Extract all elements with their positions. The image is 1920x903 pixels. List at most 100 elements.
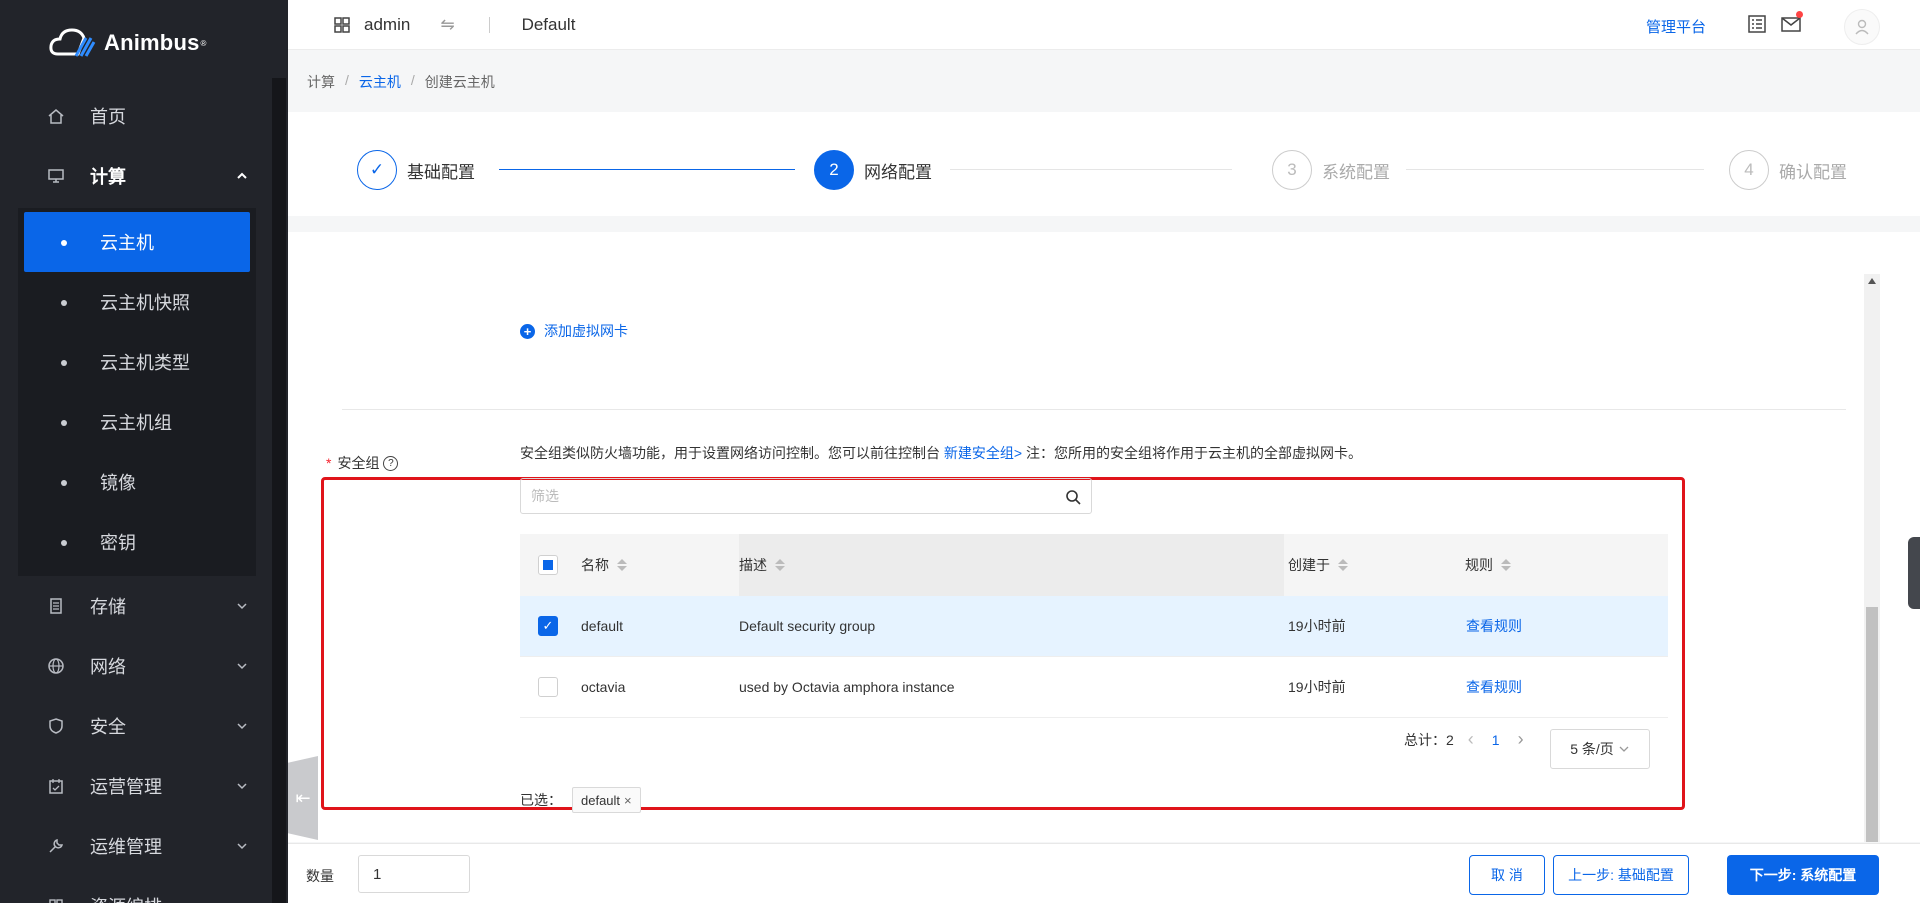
sidebar-item-home[interactable]: 首页 bbox=[0, 86, 270, 146]
sidebar-item-label: 计算 bbox=[90, 167, 126, 187]
column-header-name[interactable]: 名称 bbox=[581, 555, 627, 575]
cell-description: used by Octavia amphora instance bbox=[739, 679, 955, 695]
admin-platform-link[interactable]: 管理平台 bbox=[1646, 16, 1706, 37]
sidebar-item-security[interactable]: 安全 bbox=[0, 696, 270, 756]
sort-icon[interactable] bbox=[775, 559, 785, 571]
step-label: 网络配置 bbox=[864, 162, 932, 182]
user-avatar-icon[interactable] bbox=[1844, 9, 1880, 45]
storage-icon bbox=[46, 596, 66, 616]
sidebar-item-label: 云主机 bbox=[100, 233, 154, 253]
sidebar-item-label: 安全 bbox=[90, 717, 126, 737]
sidebar-item-server-groups[interactable]: 云主机组 bbox=[24, 392, 250, 452]
sidebar-item-maintenance[interactable]: 运维管理 bbox=[0, 816, 270, 876]
sort-icon[interactable] bbox=[1501, 559, 1511, 571]
add-nic-button[interactable]: + 添加虚拟网卡 bbox=[520, 321, 628, 341]
quantity-input[interactable]: 1 bbox=[358, 855, 470, 893]
prev-step-button[interactable]: 上一步: 基础配置 bbox=[1553, 855, 1689, 895]
scroll-thumb[interactable] bbox=[1866, 607, 1878, 842]
sidebar-item-flavors[interactable]: 云主机类型 bbox=[24, 332, 250, 392]
breadcrumb-compute[interactable]: 计算 bbox=[307, 72, 335, 92]
sidebar-item-compute[interactable]: 计算 bbox=[0, 146, 270, 206]
breadcrumb-instances[interactable]: 云主机 bbox=[359, 72, 401, 92]
cell-created: 19小时前 bbox=[1288, 618, 1346, 634]
column-header-rules[interactable]: 规则 bbox=[1465, 555, 1511, 575]
close-icon[interactable]: × bbox=[624, 793, 632, 808]
sidebar-item-keypairs[interactable]: 密钥 bbox=[24, 512, 250, 572]
cell-created: 19小时前 bbox=[1288, 679, 1346, 695]
sidebar-item-label: 运营管理 bbox=[90, 777, 162, 797]
prev-page-icon[interactable]: ‹ bbox=[1468, 729, 1474, 750]
sidebar-item-network[interactable]: 网络 bbox=[0, 636, 270, 696]
step-connector bbox=[950, 169, 1232, 170]
sidebar-item-snapshots[interactable]: 云主机快照 bbox=[24, 272, 250, 332]
sidebar-item-label: 云主机类型 bbox=[100, 353, 190, 373]
security-group-label: * 安全组 ? bbox=[326, 453, 399, 473]
section-divider bbox=[342, 409, 1846, 410]
page-number[interactable]: 1 bbox=[1492, 732, 1500, 748]
search-icon[interactable] bbox=[1065, 489, 1081, 505]
wizard-footer: 数量 1 取 消 上一步: 基础配置 下一步: 系统配置 bbox=[288, 843, 1920, 903]
sidebar-item-instances[interactable]: 云主机 bbox=[24, 212, 250, 272]
panel-scrollbar[interactable] bbox=[1864, 274, 1880, 842]
current-project[interactable]: Default bbox=[522, 15, 576, 35]
trademark: ® bbox=[200, 38, 207, 48]
page-size-select[interactable]: 5 条/页 bbox=[1550, 729, 1650, 769]
step-label: 确认配置 bbox=[1779, 162, 1847, 182]
view-rules-link[interactable]: 查看规则 bbox=[1466, 677, 1522, 697]
table-row[interactable]: ✓ default Default security group 19小时前 查… bbox=[520, 596, 1668, 657]
side-widget-handle[interactable] bbox=[1908, 537, 1920, 609]
table-header: 名称 描述 创建于 规则 bbox=[520, 534, 1668, 596]
select-all-checkbox[interactable] bbox=[538, 555, 558, 575]
total-label: 总计： bbox=[1404, 731, 1446, 748]
monitor-icon bbox=[46, 166, 66, 186]
sidebar-item-operations[interactable]: 运营管理 bbox=[0, 756, 270, 816]
row-checkbox[interactable] bbox=[538, 677, 558, 697]
next-page-icon[interactable]: › bbox=[1518, 729, 1524, 750]
view-rules-link[interactable]: 查看规则 bbox=[1466, 616, 1522, 636]
step-label: 系统配置 bbox=[1322, 162, 1390, 182]
table-row[interactable]: octavia used by Octavia amphora instance… bbox=[520, 657, 1668, 718]
sidebar-nav: 首页 计算 云主机 云主机快照 云主机类型 云主机组 镜像 密钥 存储 网络 安… bbox=[0, 86, 270, 903]
sidebar-scrollbar[interactable] bbox=[272, 78, 286, 903]
app-logo[interactable]: Animbus ® bbox=[0, 0, 288, 86]
column-label: 名称 bbox=[581, 557, 609, 573]
plus-circle-icon: + bbox=[520, 323, 535, 339]
new-security-group-link[interactable]: 新建安全组> bbox=[944, 445, 1022, 461]
sidebar-item-storage[interactable]: 存储 bbox=[0, 576, 270, 636]
breadcrumb: 计算 / 云主机 / 创建云主机 bbox=[307, 72, 495, 92]
filter-input[interactable]: 筛选 bbox=[520, 478, 1092, 514]
cancel-button[interactable]: 取 消 bbox=[1469, 855, 1545, 895]
column-header-created[interactable]: 创建于 bbox=[1288, 555, 1348, 575]
step-basic-config: ✓ 基础配置 bbox=[357, 150, 475, 190]
sort-icon[interactable] bbox=[1338, 559, 1348, 571]
notification-dot bbox=[1796, 11, 1803, 18]
top-bar: admin ⇋ Default 管理平台 bbox=[288, 0, 1920, 50]
row-checkbox[interactable]: ✓ bbox=[538, 616, 558, 636]
apps-grid-icon[interactable] bbox=[334, 16, 350, 33]
description-text: 安全组类似防火墙功能，用于设置网络访问控制。您可以前往控制台 bbox=[520, 445, 944, 461]
task-list-icon[interactable] bbox=[1746, 13, 1768, 35]
sidebar-item-images[interactable]: 镜像 bbox=[24, 452, 250, 512]
collapse-sidebar-icon[interactable]: ⇤ bbox=[288, 756, 318, 840]
selected-items: 已选： default × bbox=[520, 787, 641, 813]
chevron-down-icon bbox=[237, 663, 247, 670]
sidebar-item-orchestration[interactable]: 资源编排 bbox=[0, 876, 270, 903]
next-step-button[interactable]: 下一步: 系统配置 bbox=[1727, 855, 1879, 895]
security-group-label-text: 安全组 bbox=[337, 455, 380, 471]
step-connector-done bbox=[499, 169, 795, 170]
help-icon[interactable]: ? bbox=[383, 455, 399, 471]
sort-icon[interactable] bbox=[617, 559, 627, 571]
calendar-icon bbox=[46, 776, 66, 796]
step-label: 基础配置 bbox=[407, 162, 475, 182]
app-name: Animbus bbox=[104, 30, 200, 55]
current-user[interactable]: admin bbox=[364, 15, 410, 35]
column-header-description[interactable]: 描述 bbox=[739, 555, 785, 575]
sidebar-item-label: 资源编排 bbox=[90, 893, 162, 903]
cell-name: default bbox=[581, 618, 624, 634]
cell-description: Default security group bbox=[739, 618, 876, 634]
home-icon bbox=[46, 106, 66, 126]
column-label: 创建于 bbox=[1288, 557, 1330, 573]
scroll-up-arrow-icon[interactable] bbox=[1868, 278, 1876, 284]
switch-icon[interactable]: ⇋ bbox=[440, 15, 454, 35]
sidebar-item-label: 云主机快照 bbox=[100, 293, 190, 313]
